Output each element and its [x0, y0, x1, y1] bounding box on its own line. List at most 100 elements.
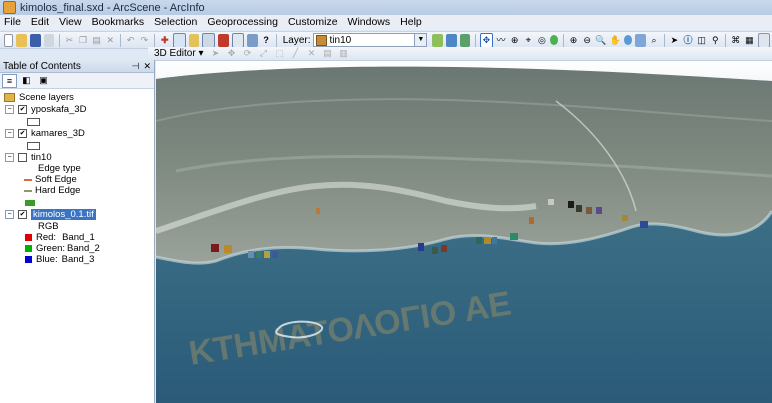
menu-customize[interactable]: Customize: [284, 15, 342, 30]
scene-layers-root[interactable]: Scene layers: [4, 92, 74, 103]
list-by-selection-icon[interactable]: ▣: [36, 74, 51, 88]
paste-icon[interactable]: ▤: [91, 34, 102, 47]
menu-edit[interactable]: Edit: [27, 15, 53, 30]
arctoolbox-icon[interactable]: [217, 33, 229, 47]
terrain-render: ΚΤΗΜΑΤΟΛΟΓΙΟ ΑΕ: [156, 61, 772, 403]
python-window-icon[interactable]: [231, 32, 245, 48]
layer-item-tin10[interactable]: − tin10: [5, 152, 52, 163]
globe-icon[interactable]: [550, 35, 559, 45]
layer-symbol[interactable]: [27, 140, 40, 151]
new-document-icon[interactable]: [4, 33, 14, 47]
extrusion-icon[interactable]: [459, 33, 471, 47]
toolbar-separator: [562, 33, 564, 47]
layer-list-icon[interactable]: [173, 32, 186, 48]
polygon-symbol-swatch[interactable]: [27, 117, 40, 126]
polygon-symbol-swatch[interactable]: [27, 141, 40, 150]
redo-icon[interactable]: ↷: [139, 34, 150, 47]
rotate-icon[interactable]: ⟳: [241, 47, 254, 60]
copy-icon[interactable]: ❐: [78, 34, 89, 47]
open-folder-icon[interactable]: [16, 33, 27, 47]
collapse-icon[interactable]: −: [5, 105, 14, 114]
help-icon[interactable]: ?: [261, 34, 272, 47]
tin-layer-icon: [315, 34, 327, 46]
zoom-out-icon[interactable]: ⊖: [582, 34, 593, 47]
catalog-icon[interactable]: [188, 33, 200, 47]
menu-windows[interactable]: Windows: [344, 15, 395, 30]
pan-icon[interactable]: ✋: [610, 34, 621, 47]
menu-geoprocessing[interactable]: Geoprocessing: [203, 15, 282, 30]
target-center-icon[interactable]: ⊕: [509, 34, 520, 47]
save-icon[interactable]: [29, 33, 41, 47]
cut-polygons-icon[interactable]: ✕: [305, 47, 318, 60]
chevron-down-icon[interactable]: ▼: [414, 34, 427, 46]
layer-select[interactable]: tin10 ▼: [312, 33, 428, 47]
soft-edge-line-swatch[interactable]: [24, 178, 32, 181]
zoom-icon[interactable]: 🔍: [595, 34, 606, 47]
zoom-to-layer-icon[interactable]: [635, 33, 646, 47]
layer-visibility-checkbox[interactable]: ✔: [18, 210, 27, 219]
html-popup-icon[interactable]: ◫: [696, 34, 707, 47]
sketch-properties-icon[interactable]: ▥: [337, 47, 350, 60]
hyperlink-icon[interactable]: ⚲: [710, 34, 721, 47]
fly-icon[interactable]: 〰: [496, 34, 507, 47]
blue-band-swatch[interactable]: [25, 256, 32, 263]
list-by-drawing-order-icon[interactable]: ≡: [2, 73, 17, 88]
red-band-swatch[interactable]: [25, 234, 32, 241]
layer-symbol[interactable]: [27, 116, 40, 127]
layer-visibility-checkbox[interactable]: ✔: [18, 129, 27, 138]
search-window-icon[interactable]: [202, 32, 215, 48]
layer-visibility-checkbox[interactable]: [18, 153, 27, 162]
select-features-icon[interactable]: ➤: [669, 34, 680, 47]
collapse-icon[interactable]: −: [5, 153, 14, 162]
sketch-icon[interactable]: ╱: [289, 47, 302, 60]
layer-tools-icon[interactable]: [446, 33, 457, 47]
full-extent-icon[interactable]: [623, 35, 633, 45]
menu-bookmarks[interactable]: Bookmarks: [88, 15, 149, 30]
edit-vertices-icon[interactable]: ⬚: [273, 47, 286, 60]
undo-icon[interactable]: ↶: [125, 34, 136, 47]
menu-selection[interactable]: Selection: [150, 15, 201, 30]
pin-icon[interactable]: ⊣: [132, 61, 140, 72]
layer-item-yposkafa[interactable]: − ✔ yposkafa_3D: [5, 104, 86, 115]
set-observer-icon[interactable]: ◎: [537, 34, 548, 47]
scale-icon[interactable]: ⤢: [257, 47, 270, 60]
move-icon[interactable]: ✥: [225, 47, 238, 60]
hard-edge-line-swatch[interactable]: [24, 189, 32, 192]
zoom-to-target-icon[interactable]: ⌖: [523, 34, 534, 47]
menu-view[interactable]: View: [55, 15, 86, 30]
animation-icon[interactable]: ▦: [744, 34, 755, 47]
identify-icon[interactable]: ⓘ: [683, 34, 694, 47]
edit-tool-icon[interactable]: ➤: [209, 47, 222, 60]
collapse-icon[interactable]: −: [5, 210, 14, 219]
layer-visibility-checkbox[interactable]: ✔: [18, 105, 27, 114]
menu-help[interactable]: Help: [396, 15, 426, 30]
collapse-icon[interactable]: −: [5, 129, 14, 138]
close-icon[interactable]: ✕: [143, 61, 151, 72]
layer-item-kamares[interactable]: − ✔ kamares_3D: [5, 128, 85, 139]
legend-item-soft-edge[interactable]: Soft Edge: [24, 174, 77, 185]
legend-item-red-band[interactable]: Red: Band_1: [25, 232, 95, 243]
layer-item-kimolos-tif[interactable]: − ✔ kimolos_0.1.tif: [5, 209, 96, 220]
attributes-icon[interactable]: ▤: [321, 47, 334, 60]
green-band-swatch[interactable]: [25, 245, 32, 252]
cut-icon[interactable]: ✂: [64, 34, 75, 47]
model-builder-icon[interactable]: [247, 33, 258, 47]
3d-scene-view[interactable]: ΚΤΗΜΑΤΟΛΟΓΙΟ ΑΕ: [156, 61, 772, 403]
list-by-source-icon[interactable]: ◧: [19, 74, 34, 88]
layer-properties-icon[interactable]: [432, 33, 443, 47]
zoom-in-icon[interactable]: ⊕: [568, 34, 579, 47]
tin-face-swatch[interactable]: [25, 199, 35, 206]
print-icon[interactable]: [43, 33, 55, 47]
navigate-icon[interactable]: ✥: [480, 32, 493, 48]
3d-editor-menu[interactable]: 3D Editor ▾: [154, 48, 203, 59]
narrow-fov-icon[interactable]: ⌕: [649, 34, 660, 47]
find-icon[interactable]: ⌘: [730, 34, 741, 47]
delete-icon[interactable]: ✕: [105, 34, 116, 47]
tin-face-symbol[interactable]: [25, 197, 39, 208]
add-data-icon[interactable]: ✚: [159, 34, 170, 47]
toolbar-options-icon[interactable]: [757, 32, 771, 48]
legend-item-blue-band[interactable]: Blue: Band_3: [25, 254, 94, 265]
menu-file[interactable]: File: [0, 15, 25, 30]
legend-item-green-band[interactable]: Green: Band_2: [25, 243, 100, 254]
legend-item-hard-edge[interactable]: Hard Edge: [24, 185, 80, 196]
